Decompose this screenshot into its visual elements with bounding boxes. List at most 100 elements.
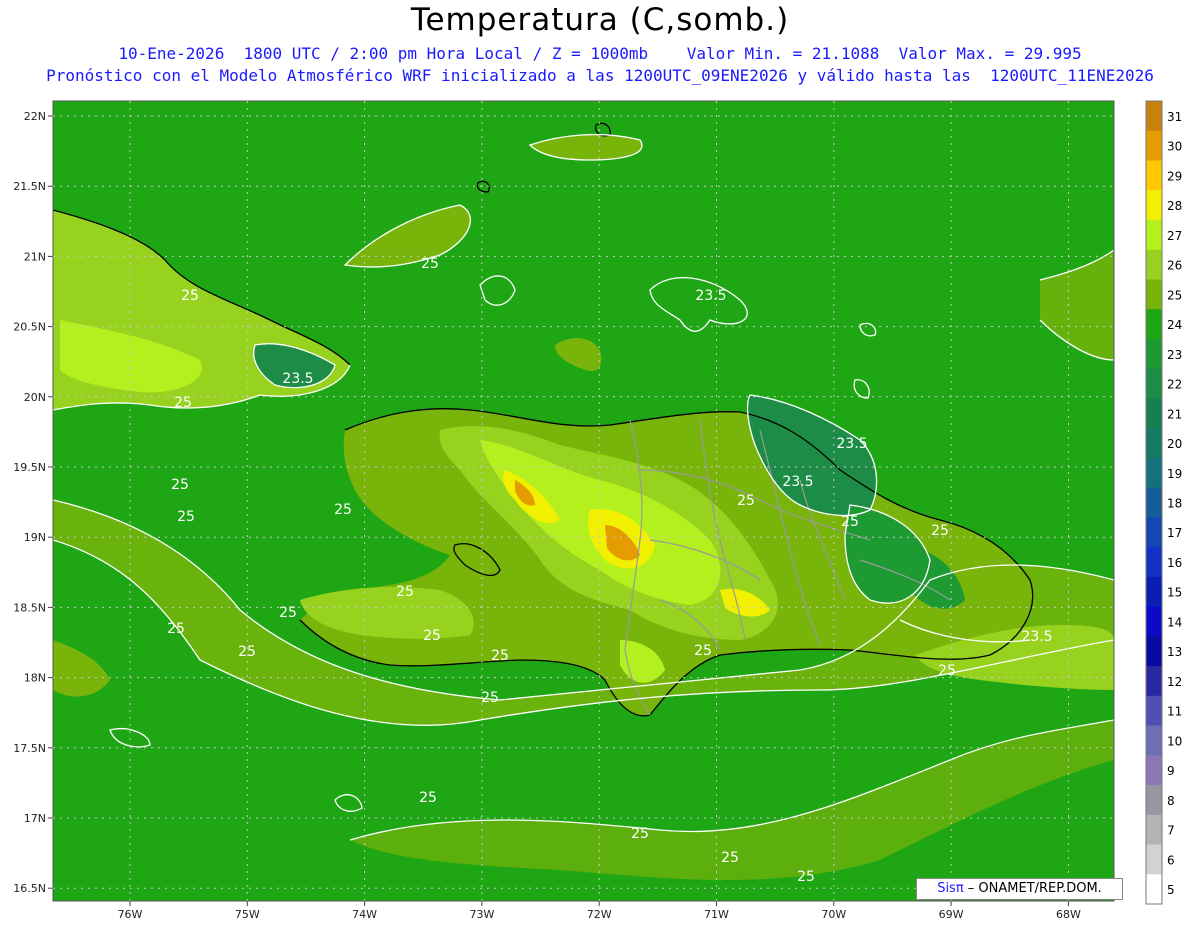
colorbar-label: 7	[1167, 824, 1175, 838]
lat-tick-label: 19.5N	[13, 461, 46, 474]
colorbar-label: 20	[1167, 437, 1182, 451]
colorbar-label: 31	[1167, 110, 1182, 124]
colorbar-swatch	[1146, 309, 1162, 340]
colorbar-swatch	[1146, 874, 1162, 905]
lat-tick-label: 16.5N	[13, 882, 46, 895]
colorbar-label: 13	[1167, 645, 1182, 659]
colorbar-label: 26	[1167, 259, 1182, 273]
colorbar-swatch	[1146, 517, 1162, 548]
contour-label: 25	[841, 514, 859, 530]
colorbar-swatch	[1146, 190, 1162, 221]
colorbar-swatch	[1146, 487, 1162, 518]
colorbar-swatch	[1146, 636, 1162, 667]
colorbar-label: 14	[1167, 615, 1182, 629]
colorbar-label: 6	[1167, 853, 1175, 867]
lon-tick-label: 69W	[939, 908, 964, 921]
lon-tick-label: 74W	[352, 908, 377, 921]
contour-label: 25	[279, 605, 297, 621]
contour-label: 25	[481, 690, 499, 706]
colorbar-label: 28	[1167, 199, 1182, 213]
longitude-axis: 76W 75W 74W 73W 72W 71W 70W 69W 68W	[118, 901, 1081, 921]
colorbar-swatch	[1146, 130, 1162, 161]
contour-label: 25	[177, 509, 195, 525]
colorbar-swatch	[1146, 695, 1162, 727]
colorbar-label: 12	[1167, 675, 1182, 689]
colorbar-swatch	[1146, 428, 1162, 459]
contour-label: 25	[174, 395, 192, 411]
colorbar-label: 5	[1167, 883, 1175, 897]
lon-tick-label: 72W	[587, 908, 612, 921]
contour-label: 23.5	[782, 474, 813, 490]
colorbar-label: 16	[1167, 556, 1182, 570]
lat-tick-label: 17N	[24, 812, 46, 825]
colorbar-swatch	[1146, 844, 1162, 875]
colorbar-swatch	[1146, 457, 1162, 489]
colorbar-swatch	[1146, 755, 1162, 786]
lat-tick-label: 21N	[24, 250, 46, 263]
lon-tick-label: 75W	[235, 908, 260, 921]
colorbar-label: 9	[1167, 764, 1175, 778]
lat-tick-label: 18N	[24, 672, 46, 685]
colorbar-swatch	[1146, 547, 1162, 578]
contour-label: 23.5	[282, 371, 313, 387]
colorbar-label: 30	[1167, 140, 1182, 154]
contour-label: 23.5	[695, 288, 726, 304]
credit-text: – ONAMET/REP.DOM.	[963, 881, 1102, 896]
lat-tick-label: 17.5N	[13, 742, 46, 755]
contour-label: 25	[167, 621, 185, 637]
contour-label: 25	[631, 826, 649, 842]
contour-label: 25	[737, 493, 755, 509]
colorbar-swatch	[1146, 576, 1162, 608]
lat-tick-label: 19N	[24, 531, 46, 544]
colorbar-label: 25	[1167, 288, 1182, 302]
colorbar-label: 21	[1167, 407, 1182, 421]
contour-label: 25	[396, 584, 414, 600]
contour-label: 25	[491, 648, 509, 664]
colorbar-label: 8	[1167, 794, 1175, 808]
colorbar-swatch	[1146, 101, 1162, 132]
colorbar-swatch	[1146, 338, 1162, 370]
contour-label: 25	[334, 502, 352, 518]
colorbar-swatch	[1146, 398, 1162, 429]
latitude-axis: 22N 21.5N 21N 20.5N 20N 19.5N 19N 18.5N 18N 17.5N…	[13, 110, 53, 895]
colorbar-label: 27	[1167, 229, 1182, 243]
contour-label: 25	[938, 663, 956, 679]
colorbar-swatch	[1146, 785, 1162, 816]
contour-label: 25	[181, 288, 199, 304]
colorbar-label: 15	[1167, 586, 1182, 600]
colorbar-label: 18	[1167, 497, 1182, 511]
colorbar-label: 22	[1167, 378, 1182, 392]
contour-label: 23.5	[836, 436, 867, 452]
colorbar-swatch	[1146, 368, 1162, 399]
colorbar-swatch	[1146, 279, 1162, 310]
colorbar-label: 29	[1167, 169, 1182, 183]
colorbar-swatch	[1146, 725, 1162, 756]
lon-tick-label: 71W	[704, 908, 729, 921]
colorbar-label: 24	[1167, 318, 1182, 332]
contour-label: 25	[421, 256, 439, 272]
colorbar-swatch	[1146, 160, 1162, 191]
contour-label: 25	[931, 523, 949, 539]
contour-label: 25	[423, 628, 441, 644]
lat-tick-label: 20.5N	[13, 321, 46, 334]
sispi-logo: Sisπ	[937, 881, 964, 896]
lon-tick-label: 73W	[469, 908, 494, 921]
credit-box: Sisπ – ONAMET/REP.DOM.	[916, 878, 1123, 900]
lat-tick-label: 21.5N	[13, 180, 46, 193]
contour-label: 25	[238, 644, 256, 660]
colorbar-label: 19	[1167, 467, 1182, 481]
colorbar-swatch	[1146, 249, 1162, 280]
lon-tick-label: 76W	[118, 908, 143, 921]
contour-label: 25	[419, 790, 437, 806]
colorbar: 31 30 29 28 27 26 25 24 23 22 21 20 19 18 17 16 15 14 13 12…	[1145, 100, 1182, 905]
colorbar-label: 10	[1167, 734, 1182, 748]
colorbar-swatch	[1146, 606, 1162, 637]
colorbar-label: 11	[1167, 705, 1182, 719]
contour-label: 25	[721, 850, 739, 866]
lat-tick-label: 22N	[24, 110, 46, 123]
colorbar-swatch	[1146, 666, 1162, 697]
lon-tick-label: 68W	[1056, 908, 1081, 921]
colorbar-swatch	[1146, 219, 1162, 251]
lon-tick-label: 70W	[821, 908, 846, 921]
colorbar-swatch	[1146, 814, 1162, 846]
